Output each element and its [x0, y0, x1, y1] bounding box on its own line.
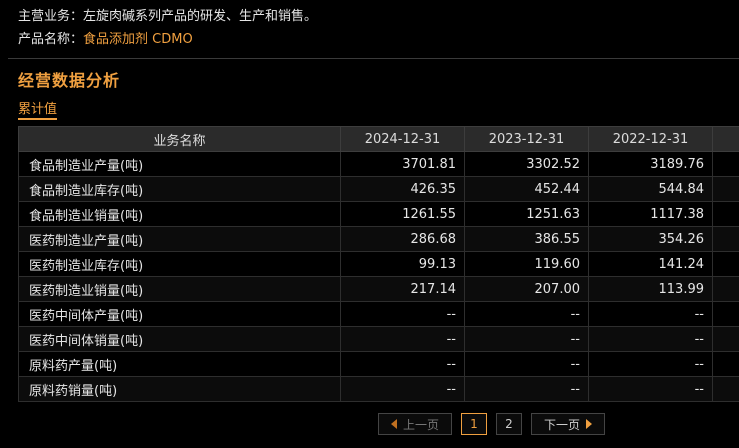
main-business-row: 主营业务：左旋肉碱系列产品的研发、生产和销售。	[18, 8, 317, 26]
value-cell: 286.68	[340, 226, 465, 252]
row-label-cell: 食品制造业库存(吨)	[18, 176, 341, 202]
table-row: 医药制造业销量(吨) 217.14 207.00 113.99	[18, 276, 739, 302]
value-cell	[712, 151, 739, 177]
value-cell	[712, 376, 739, 402]
value-cell	[712, 276, 739, 302]
table-row: 医药制造业产量(吨) 286.68 386.55 354.26	[18, 226, 739, 252]
value-cell: 3701.81	[340, 151, 465, 177]
value-cell: --	[464, 326, 589, 352]
value-cell: 1117.38	[588, 201, 713, 227]
value-cell	[712, 226, 739, 252]
triangle-right-icon	[586, 419, 592, 429]
table-row: 食品制造业销量(吨) 1261.55 1251.63 1117.38	[18, 201, 739, 227]
table-row: 食品制造业库存(吨) 426.35 452.44 544.84	[18, 176, 739, 202]
column-header-2023: 2023-12-31	[464, 126, 589, 152]
value-cell: --	[588, 351, 713, 377]
value-cell: 1261.55	[340, 201, 465, 227]
value-cell: 119.60	[464, 251, 589, 277]
value-cell: 452.44	[464, 176, 589, 202]
value-cell	[712, 176, 739, 202]
value-cell	[712, 326, 739, 352]
row-label-cell: 原料药销量(吨)	[18, 376, 341, 402]
section-title: 经营数据分析	[18, 71, 121, 90]
triangle-left-icon	[390, 419, 397, 429]
prev-page-label: 上一页	[402, 417, 439, 432]
column-header-2022: 2022-12-31	[588, 126, 713, 152]
value-cell: 386.55	[464, 226, 589, 252]
value-cell: 3189.76	[588, 151, 713, 177]
operating-data-table: 业务名称 2024-12-31 2023-12-31 2022-12-31 食品…	[18, 126, 739, 402]
row-label-cell: 医药制造业产量(吨)	[18, 226, 341, 252]
row-label-cell: 医药制造业库存(吨)	[18, 251, 341, 277]
next-page-button[interactable]: 下一页	[531, 413, 605, 435]
value-cell: 426.35	[340, 176, 465, 202]
value-cell: 1251.63	[464, 201, 589, 227]
value-cell: --	[340, 301, 465, 327]
table-row: 医药中间体产量(吨) -- -- --	[18, 301, 739, 327]
pagination: 上一页 1 2 下一页	[378, 412, 605, 436]
column-header-extra	[712, 126, 739, 152]
table-row: 医药制造业库存(吨) 99.13 119.60 141.24	[18, 251, 739, 277]
table-header-row: 业务名称 2024-12-31 2023-12-31 2022-12-31	[18, 126, 739, 152]
table-row: 食品制造业产量(吨) 3701.81 3302.52 3189.76	[18, 151, 739, 177]
value-cell: 141.24	[588, 251, 713, 277]
value-cell: --	[464, 351, 589, 377]
row-label-cell: 医药中间体销量(吨)	[18, 326, 341, 352]
prev-page-button[interactable]: 上一页	[378, 413, 452, 435]
value-cell: 99.13	[340, 251, 465, 277]
value-cell: --	[464, 301, 589, 327]
tab-cumulative[interactable]: 累计值	[18, 98, 58, 120]
table-row: 原料药产量(吨) -- -- --	[18, 351, 739, 377]
value-cell: --	[588, 376, 713, 402]
row-label-cell: 原料药产量(吨)	[18, 351, 341, 377]
row-label-cell: 食品制造业产量(吨)	[18, 151, 341, 177]
table-body: 食品制造业产量(吨) 3701.81 3302.52 3189.76 食品制造业库存(吨…	[18, 151, 739, 402]
value-cell	[712, 201, 739, 227]
value-cell: --	[588, 326, 713, 352]
column-header-name: 业务名称	[18, 126, 341, 152]
value-cell: 217.14	[340, 276, 465, 302]
product-row: 产品名称：食品添加剂 CDMO	[18, 31, 193, 49]
row-label-cell: 医药制造业销量(吨)	[18, 276, 341, 302]
value-cell: 544.84	[588, 176, 713, 202]
value-cell: 207.00	[464, 276, 589, 302]
table-row: 医药中间体销量(吨) -- -- --	[18, 326, 739, 352]
product-value-link[interactable]: 食品添加剂 CDMO	[83, 32, 193, 47]
product-label: 产品名称：	[18, 32, 84, 47]
page-button-2[interactable]: 2	[496, 413, 522, 435]
main-business-label: 主营业务：	[18, 9, 84, 24]
value-cell: --	[588, 301, 713, 327]
value-cell	[712, 351, 739, 377]
main-business-value: 左旋肉碱系列产品的研发、生产和销售。	[83, 9, 318, 24]
column-header-2024: 2024-12-31	[340, 126, 465, 152]
row-label-cell: 食品制造业销量(吨)	[18, 201, 341, 227]
next-page-label: 下一页	[543, 417, 580, 432]
value-cell: 113.99	[588, 276, 713, 302]
value-cell: 3302.52	[464, 151, 589, 177]
value-cell: --	[340, 351, 465, 377]
value-cell: --	[340, 376, 465, 402]
value-cell	[712, 301, 739, 327]
section-divider	[8, 58, 739, 59]
value-cell: --	[464, 376, 589, 402]
table-row: 原料药销量(吨) -- -- --	[18, 376, 739, 402]
page-button-1[interactable]: 1	[461, 413, 487, 435]
value-cell: --	[340, 326, 465, 352]
value-cell: 354.26	[588, 226, 713, 252]
row-label-cell: 医药中间体产量(吨)	[18, 301, 341, 327]
value-cell	[712, 251, 739, 277]
